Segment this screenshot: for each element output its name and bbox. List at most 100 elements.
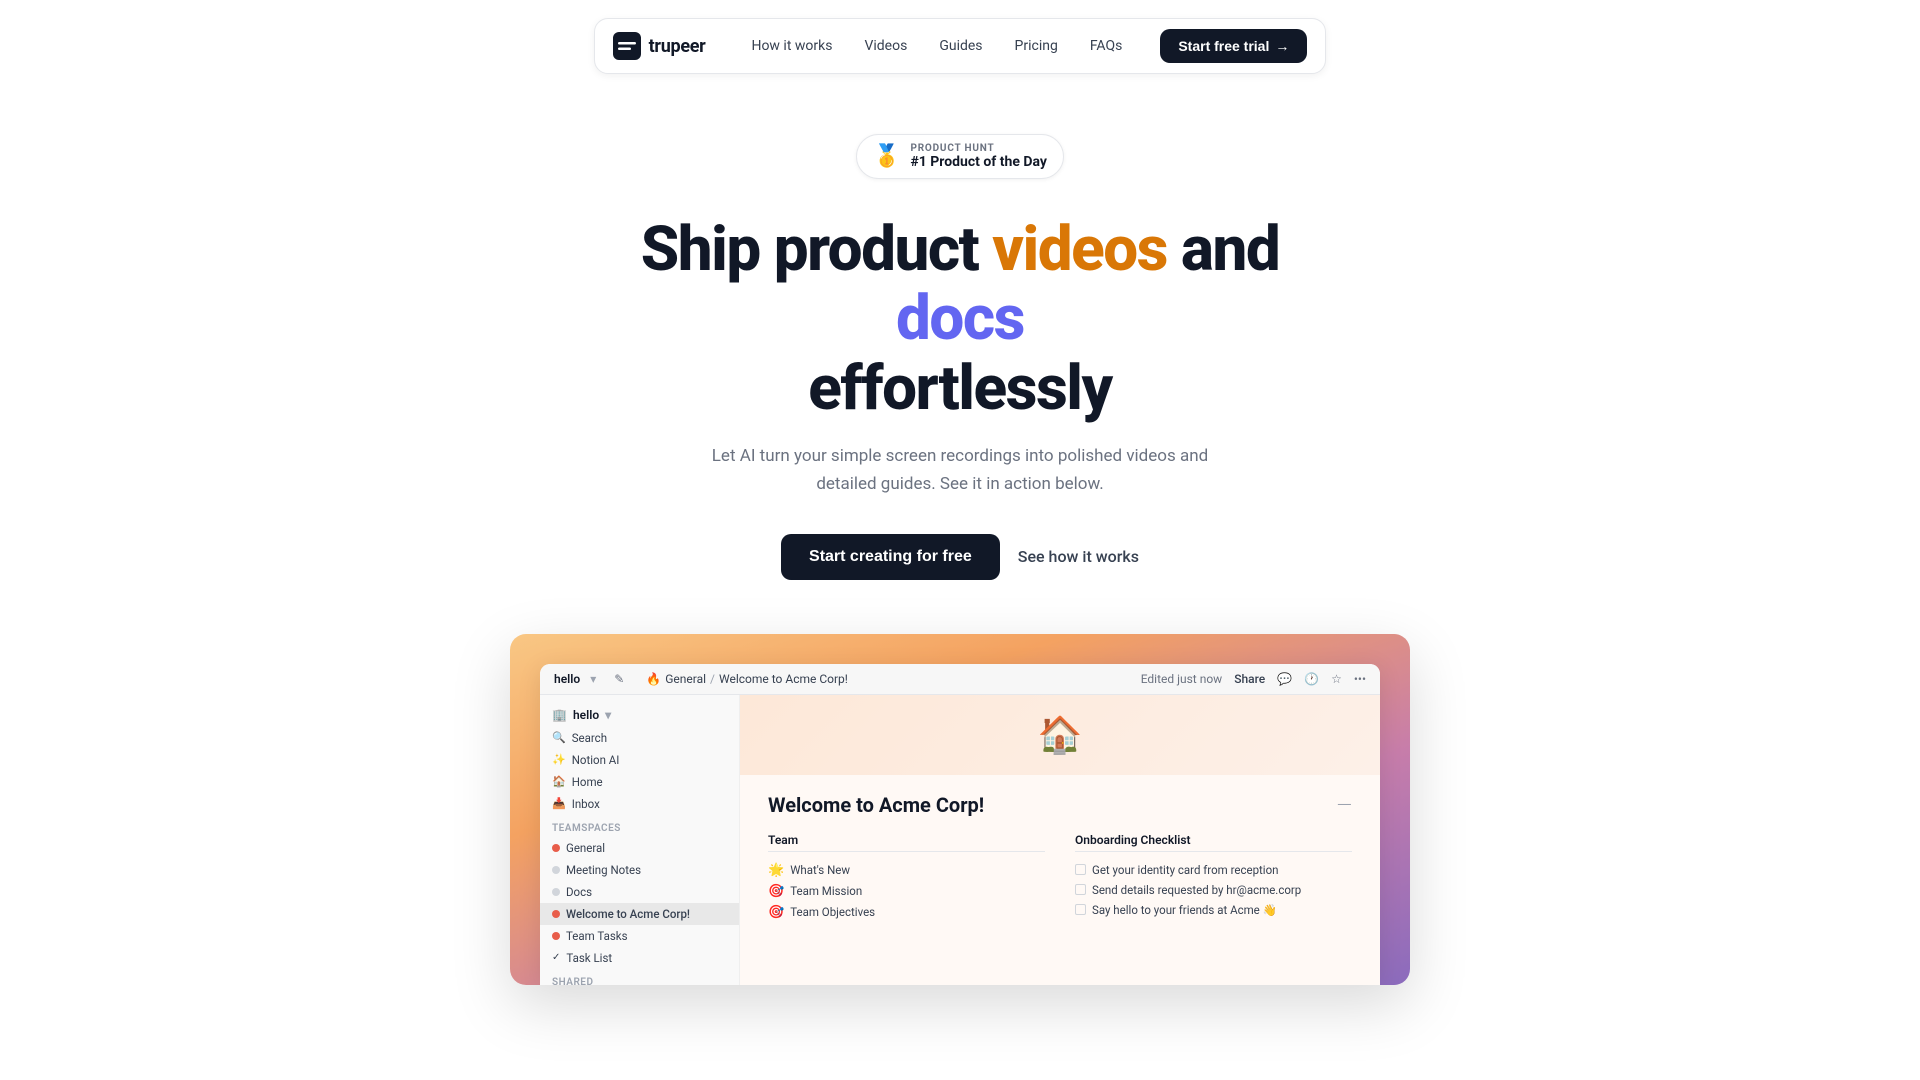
sidebar-section-shared: Shared bbox=[540, 969, 739, 985]
app-sidebar: 🏢 hello ▾ 🔍 Search ✨ Notion AI 🏠 Ho bbox=[540, 695, 740, 985]
badge-label: PRODUCT HUNT bbox=[910, 143, 1046, 154]
page-hero-emoji: 🏠 bbox=[1038, 714, 1083, 756]
sidebar-docs-label: Docs bbox=[566, 885, 592, 899]
app-topbar: hello ▾ ✎ 🔥 General / Welcome to Acme Co… bbox=[540, 664, 1380, 695]
sidebar-item-general[interactable]: General bbox=[540, 837, 739, 859]
logo-text: trupeer bbox=[649, 36, 706, 57]
hero-section: 🥇 PRODUCT HUNT #1 Product of the Day Shi… bbox=[0, 74, 1920, 1025]
breadcrumb-page: Welcome to Acme Corp! bbox=[719, 672, 848, 686]
nav-link-guides[interactable]: Guides bbox=[925, 32, 996, 60]
nav-link-how-it-works[interactable]: How it works bbox=[737, 32, 846, 60]
topbar-status: Edited just now bbox=[1141, 672, 1223, 686]
topbar-star-icon: ☆ bbox=[1331, 672, 1342, 686]
welcome-dot bbox=[552, 910, 560, 918]
topbar-clock-icon: 🕐 bbox=[1304, 672, 1319, 686]
sidebar-workspace: 🏢 hello ▾ bbox=[540, 703, 739, 727]
app-main-content: Welcome to Acme Corp! — Team 🌟 What's Ne… bbox=[740, 775, 1380, 941]
table-item-team-mission: 🎯 Team Mission bbox=[768, 881, 1045, 902]
notion-ai-icon: ✨ bbox=[552, 753, 566, 766]
page-title-text: Welcome to Acme Corp! bbox=[768, 793, 984, 817]
sidebar-task-list-label: Task List bbox=[566, 951, 612, 965]
left-col-header: Team bbox=[768, 833, 1045, 852]
topbar-workspace: hello bbox=[554, 672, 580, 686]
sidebar-item-team-tasks[interactable]: Team Tasks bbox=[540, 925, 739, 947]
right-col-header: Onboarding Checklist bbox=[1075, 833, 1352, 852]
sidebar-team-tasks-label: Team Tasks bbox=[566, 929, 628, 943]
sidebar-item-inbox[interactable]: 📥 Inbox bbox=[540, 793, 739, 815]
inbox-icon: 📥 bbox=[552, 797, 566, 810]
sidebar-search-label: Search bbox=[572, 731, 607, 745]
whats-new-emoji: 🌟 bbox=[768, 863, 784, 878]
sidebar-item-home[interactable]: 🏠 Home bbox=[540, 771, 739, 793]
sidebar-item-notion-ai[interactable]: ✨ Notion AI bbox=[540, 749, 739, 771]
team-tasks-dot bbox=[552, 932, 560, 940]
product-hunt-badge: 🥇 PRODUCT HUNT #1 Product of the Day bbox=[856, 134, 1064, 179]
topbar-right: Edited just now Share 💬 🕐 ☆ ••• bbox=[1141, 672, 1366, 686]
sidebar-notion-ai-label: Notion AI bbox=[572, 753, 620, 767]
team-objectives-label: Team Objectives bbox=[790, 905, 875, 919]
topbar-breadcrumb: 🔥 General / Welcome to Acme Corp! bbox=[646, 672, 848, 686]
nav-link-pricing[interactable]: Pricing bbox=[1001, 32, 1072, 60]
team-objectives-emoji: 🎯 bbox=[768, 905, 784, 920]
team-mission-emoji: 🎯 bbox=[768, 884, 784, 899]
app-body: 🏢 hello ▾ 🔍 Search ✨ Notion AI 🏠 Ho bbox=[540, 695, 1380, 985]
sidebar-workspace-icon: 🏢 bbox=[552, 708, 567, 722]
checklist-send-label: Send details requested by hr@acme.corp bbox=[1092, 883, 1301, 897]
app-table: Team 🌟 What's New 🎯 Team Mission bbox=[768, 833, 1352, 923]
breadcrumb-sep: / bbox=[710, 672, 715, 686]
arrow-icon: → bbox=[1275, 38, 1289, 54]
badge-text: PRODUCT HUNT #1 Product of the Day bbox=[910, 143, 1046, 170]
headline-docs: docs bbox=[896, 282, 1024, 355]
sidebar-workspace-label: hello bbox=[573, 708, 599, 722]
hero-buttons: Start creating for free See how it works bbox=[781, 534, 1139, 580]
table-item-whats-new: 🌟 What's New bbox=[768, 860, 1045, 881]
sidebar-workspace-caret: ▾ bbox=[605, 708, 611, 722]
topbar-separator: 🔥 General / Welcome to Acme Corp! bbox=[646, 672, 848, 686]
sidebar-item-search[interactable]: 🔍 Search bbox=[540, 727, 739, 749]
hero-subheadline: Let AI turn your simple screen recording… bbox=[700, 443, 1220, 497]
sidebar-inbox-label: Inbox bbox=[572, 797, 600, 811]
docs-dot bbox=[552, 888, 560, 896]
topbar-workspace-icon: ▾ bbox=[590, 672, 596, 686]
checklist-item-send: Send details requested by hr@acme.corp bbox=[1075, 880, 1352, 900]
table-item-team-objectives: 🎯 Team Objectives bbox=[768, 902, 1045, 923]
checklist-identity-label: Get your identity card from reception bbox=[1092, 863, 1279, 877]
left-column: Team 🌟 What's New 🎯 Team Mission bbox=[768, 833, 1045, 923]
nav-link-videos[interactable]: Videos bbox=[850, 32, 921, 60]
topbar-more-icon[interactable]: ••• bbox=[1354, 672, 1366, 686]
sidebar-item-task-list[interactable]: ✓ Task List bbox=[540, 947, 739, 969]
headline-videos: videos bbox=[992, 213, 1167, 286]
sidebar-item-welcome[interactable]: Welcome to Acme Corp! bbox=[540, 903, 739, 925]
start-free-trial-button[interactable]: Start free trial → bbox=[1160, 29, 1307, 63]
sidebar-item-docs[interactable]: Docs bbox=[540, 881, 739, 903]
see-how-it-works-link[interactable]: See how it works bbox=[1018, 547, 1139, 566]
start-creating-button[interactable]: Start creating for free bbox=[781, 534, 1000, 580]
sidebar-item-meeting-notes[interactable]: Meeting Notes bbox=[540, 859, 739, 881]
sidebar-section-teamspaces: Teamspaces bbox=[540, 815, 739, 837]
headline-start: Ship product bbox=[641, 213, 992, 286]
checkbox-send bbox=[1075, 884, 1086, 895]
navbar: trupeer How it works Videos Guides Prici… bbox=[0, 0, 1920, 74]
topbar-share[interactable]: Share bbox=[1234, 672, 1265, 686]
home-icon: 🏠 bbox=[552, 775, 566, 788]
breadcrumb-general: General bbox=[665, 672, 706, 686]
checkbox-identity bbox=[1075, 864, 1086, 875]
meeting-notes-dot bbox=[552, 866, 560, 874]
app-window: hello ▾ ✎ 🔥 General / Welcome to Acme Co… bbox=[540, 664, 1380, 985]
right-column: Onboarding Checklist Get your identity c… bbox=[1075, 833, 1352, 923]
checklist-item-hello: Say hello to your friends at Acme 👋 bbox=[1075, 900, 1352, 920]
app-screenshot-wrapper: hello ▾ ✎ 🔥 General / Welcome to Acme Co… bbox=[510, 634, 1410, 985]
app-page-title: Welcome to Acme Corp! — bbox=[768, 793, 1352, 817]
logo-link[interactable]: trupeer bbox=[613, 32, 706, 60]
search-icon: 🔍 bbox=[552, 731, 566, 744]
sidebar-welcome-label: Welcome to Acme Corp! bbox=[566, 907, 690, 921]
headline-end: effortlessly bbox=[808, 352, 1111, 425]
checklist-item-identity: Get your identity card from reception bbox=[1075, 860, 1352, 880]
nav-link-faqs[interactable]: FAQs bbox=[1076, 32, 1137, 60]
checklist-hello-label: Say hello to your friends at Acme 👋 bbox=[1092, 903, 1277, 917]
nav-container: trupeer How it works Videos Guides Prici… bbox=[594, 18, 1327, 74]
app-main-hero-banner: 🏠 bbox=[740, 695, 1380, 775]
checkbox-hello bbox=[1075, 904, 1086, 915]
whats-new-label: What's New bbox=[790, 863, 850, 877]
topbar-edit-icon: ✎ bbox=[614, 672, 624, 686]
